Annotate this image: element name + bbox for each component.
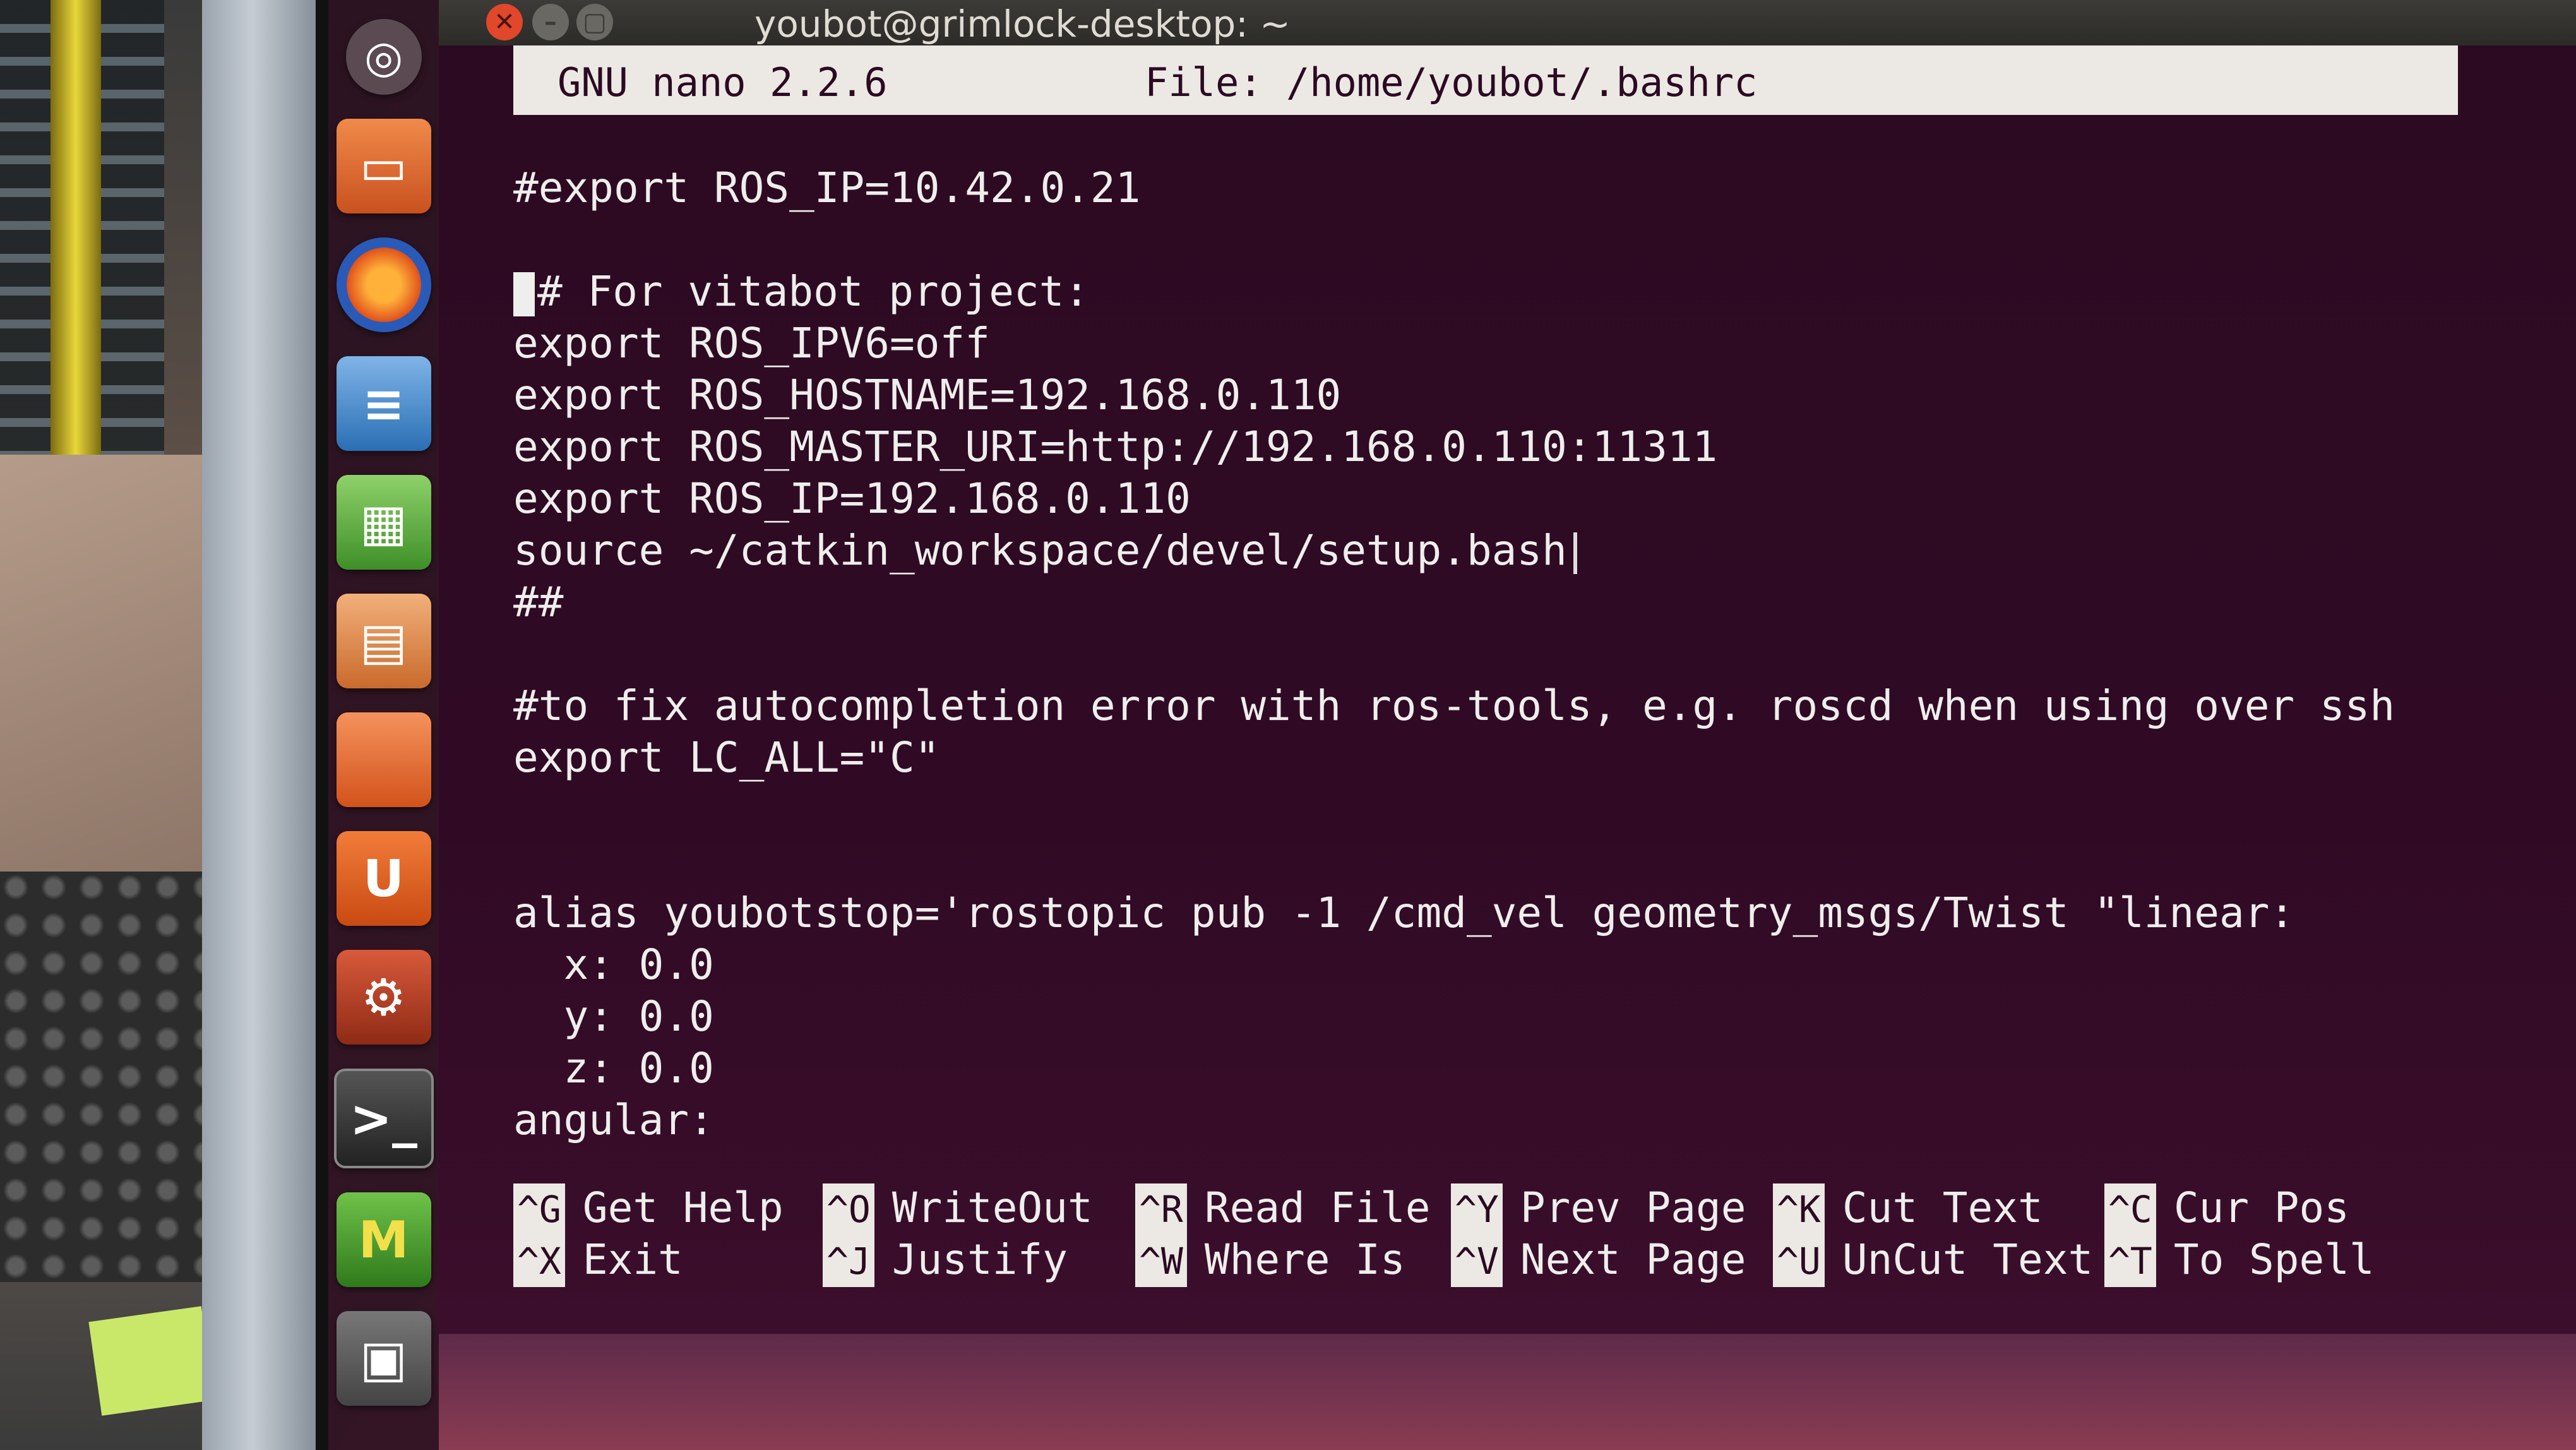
buffer-line: export ROS_HOSTNAME=192.168.0.110 (513, 371, 1342, 419)
buffer-line-text: # For vitabot project: (537, 267, 1090, 316)
buffer-line-text: source ~/catkin_workspace/devel/setup.ba… (513, 526, 1567, 575)
nano-shortcut-bar: ^G Get Help ^O WriteOut ^R Read File ^Y Prev… (513, 1182, 2576, 1334)
shortcut-label: Cut Text (1842, 1183, 2043, 1232)
maximize-window-button[interactable]: ▢ (576, 4, 613, 40)
shortcut-key: ^T (2104, 1235, 2156, 1287)
firefox-icon[interactable] (336, 237, 431, 332)
background-foam (0, 872, 208, 1282)
shortcut-label: To Spell (2173, 1235, 2375, 1284)
buffer-line: x: 0.0 (513, 940, 714, 989)
shortcut-label: Justify (891, 1235, 1068, 1284)
background-box (0, 455, 208, 897)
libreoffice-writer-icon[interactable]: ≡ (336, 356, 431, 451)
shortcut-key: ^X (513, 1235, 565, 1287)
shortcut-exit[interactable]: ^X Exit (513, 1234, 683, 1287)
minimize-window-button[interactable]: – (532, 4, 569, 40)
buffer-line: export ROS_IP=192.168.0.110 (513, 474, 1191, 523)
shortcut-label: WriteOut (891, 1183, 1093, 1232)
shortcut-get-help[interactable]: ^G Get Help (513, 1182, 784, 1235)
shortcut-prev-page[interactable]: ^Y Prev Page (1451, 1182, 1746, 1235)
shortcut-key: ^O (823, 1183, 874, 1235)
shortcut-label: Read File (1204, 1183, 1431, 1232)
files-icon[interactable]: ▭ (336, 119, 431, 213)
workspace-switcher-icon[interactable]: ▣ (336, 1311, 431, 1406)
shortcut-read-file[interactable]: ^R Read File (1135, 1182, 1431, 1235)
shortcut-key: ^R (1135, 1183, 1187, 1235)
libreoffice-calc-icon[interactable]: ▦ (336, 475, 431, 570)
shortcut-cur-pos[interactable]: ^C Cur Pos (2104, 1182, 2349, 1235)
shortcut-label: Prev Page (1520, 1183, 1746, 1232)
buffer-line: export ROS_IPV6=off (513, 319, 990, 368)
nano-header: GNU nano 2.2.6 File: /home/youbot/.bashr… (513, 45, 2458, 115)
sticky-note (88, 1306, 215, 1416)
buffer-line: #export ROS_IP=10.42.0.21 (513, 164, 1141, 212)
nano-version: GNU nano 2.2.6 (558, 59, 888, 105)
buffer-line: source ~/catkin_workspace/devel/setup.ba… (513, 525, 1577, 577)
shortcut-key: ^J (823, 1235, 874, 1287)
buffer-line: #to fix autocompletion error with ros-to… (513, 681, 2395, 730)
shortcut-justify[interactable]: ^J Justify (823, 1234, 1068, 1287)
nano-text-buffer[interactable]: #export ROS_IP=10.42.0.21 # For vitabot … (513, 162, 2576, 1183)
shortcut-label: Where Is (1204, 1235, 1405, 1284)
shortcut-label: Next Page (1520, 1235, 1746, 1284)
shortcut-key: ^C (2104, 1183, 2156, 1235)
window-titlebar[interactable]: ✕ – ▢ youbot@grimlock-desktop: ~ (439, 0, 2576, 45)
shortcut-label: Exit (582, 1235, 683, 1284)
terminal-window[interactable]: GNU nano 2.2.6 File: /home/youbot/.bashr… (439, 45, 2576, 1334)
shortcut-writeout[interactable]: ^O WriteOut (823, 1182, 1093, 1235)
shortcut-key: ^W (1135, 1235, 1187, 1287)
dash-home-icon[interactable]: ◎ (345, 19, 422, 95)
buffer-line: alias youbotstop='rostopic pub -1 /cmd_v… (513, 889, 2295, 937)
shortcut-key: ^Y (1451, 1183, 1503, 1235)
shortcut-key: ^G (513, 1183, 565, 1235)
mendeley-icon[interactable]: M (336, 1192, 431, 1287)
shortcut-label: Cur Pos (2173, 1183, 2349, 1232)
desktop-wallpaper (439, 1334, 2576, 1450)
close-window-button[interactable]: ✕ (486, 4, 523, 40)
screen: ◎ ▭ ≡ ▦ ▤ U ⚙ >_ M ▣ ✕ – ▢ youbot@grimlo… (328, 0, 2576, 1450)
buffer-line: z: 0.0 (513, 1044, 714, 1093)
buffer-line: ## (513, 578, 564, 626)
buffer-line: export ROS_MASTER_URI=http://192.168.0.1… (513, 422, 1718, 471)
shortcut-cut-text[interactable]: ^K Cut Text (1773, 1182, 2043, 1235)
shortcut-key: ^V (1451, 1235, 1503, 1287)
buffer-line: angular: (513, 1096, 714, 1144)
shortcut-key: ^K (1773, 1183, 1825, 1235)
window-title: youbot@grimlock-desktop: ~ (754, 3, 1291, 45)
terminal-icon[interactable]: >_ (333, 1069, 434, 1168)
text-cursor (513, 272, 535, 316)
shortcut-label: UnCut Text (1842, 1235, 2094, 1284)
shortcut-uncut-text[interactable]: ^U UnCut Text (1773, 1234, 2094, 1287)
unity-launcher: ◎ ▭ ≡ ▦ ▤ U ⚙ >_ M ▣ (328, 0, 439, 1450)
system-settings-icon[interactable]: ⚙ (336, 950, 431, 1045)
nano-file-label: File: /home/youbot/.bashrc (1145, 59, 1758, 105)
monitor-bezel (202, 0, 328, 1450)
shortcut-to-spell[interactable]: ^T To Spell (2104, 1234, 2375, 1287)
buffer-line: export LC_ALL="C" (513, 733, 940, 782)
software-center-icon[interactable] (336, 712, 431, 807)
shortcut-next-page[interactable]: ^V Next Page (1451, 1234, 1746, 1287)
buffer-line: # For vitabot project: (513, 266, 1089, 318)
shortcut-label: Get Help (582, 1183, 784, 1232)
buffer-line: y: 0.0 (513, 992, 714, 1041)
mouse-ibeam-cursor (1573, 532, 1577, 574)
libreoffice-impress-icon[interactable]: ▤ (336, 594, 431, 688)
ubuntu-one-icon[interactable]: U (336, 831, 431, 926)
shortcut-where-is[interactable]: ^W Where Is (1135, 1234, 1405, 1287)
shortcut-key: ^U (1773, 1235, 1825, 1287)
